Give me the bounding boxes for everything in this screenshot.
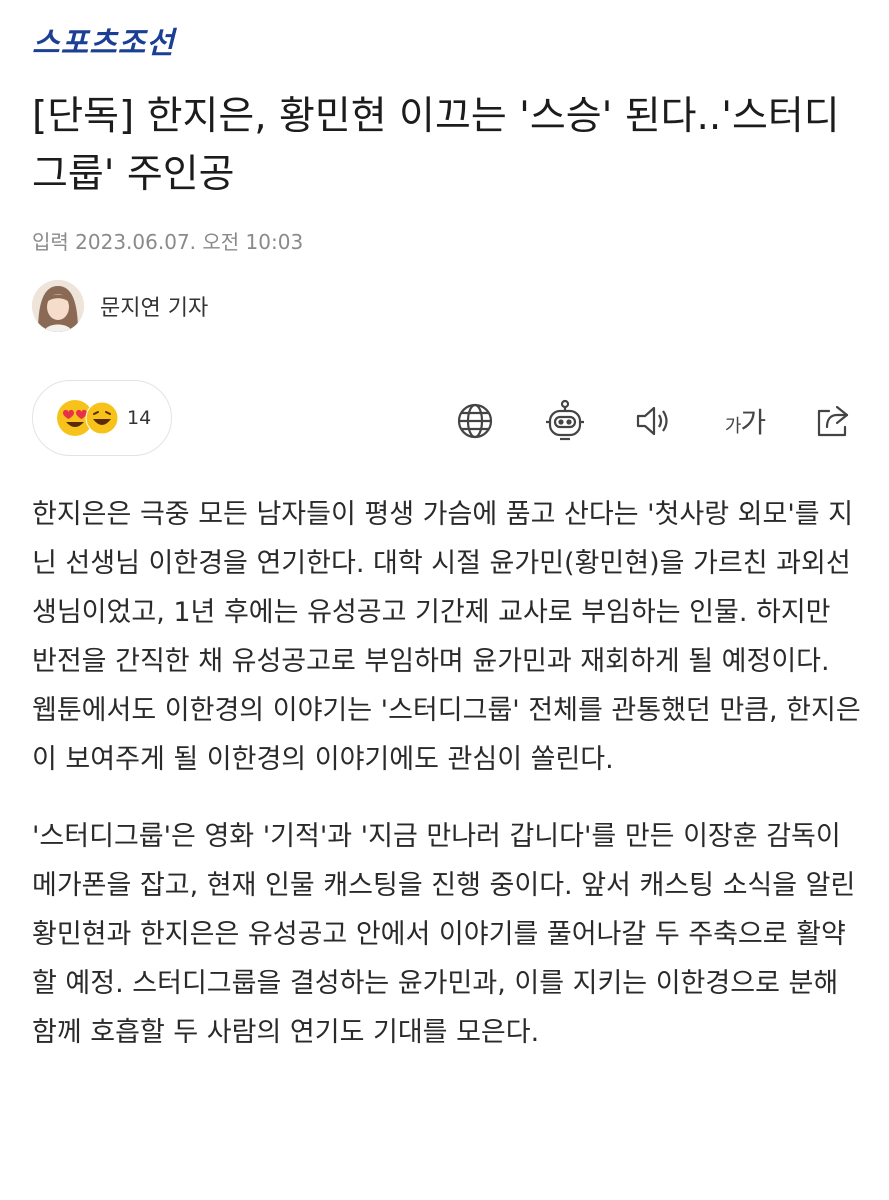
share-button[interactable] <box>808 396 858 446</box>
reaction-emojis <box>55 398 123 438</box>
author-name: 문지연 기자 <box>100 296 209 321</box>
summary-bot-button[interactable] <box>540 396 590 446</box>
article-page: 스포츠조선 [단독] 한지은, 황민현 이끄는 '스승' 된다..'스터디그룹'… <box>0 0 889 1200</box>
read-aloud-button[interactable] <box>628 396 678 446</box>
site-logo[interactable]: 스포츠조선 <box>32 24 175 64</box>
robot-icon <box>546 399 584 441</box>
globe-icon <box>457 403 493 439</box>
reactions-button[interactable]: 14 <box>32 380 172 456</box>
article-title: [단독] 한지은, 황민현 이끄는 '스승' 된다..'스터디그룹' 주인공 <box>32 94 840 197</box>
speaker-icon <box>636 406 668 436</box>
article-toolbar: 가가 <box>440 396 860 446</box>
share-icon <box>817 405 849 437</box>
author-info[interactable]: 문지연 기자 <box>32 280 208 332</box>
reaction-count: 14 <box>127 407 152 429</box>
font-size-button[interactable]: 가가 <box>710 396 780 446</box>
article-paragraph: '스터디그룹'은 영화 '기적'과 '지금 만나러 갑니다'를 만든 이장훈 감… <box>32 821 856 1048</box>
published-date: 입력 2023.06.07. 오전 10:03 <box>32 230 304 254</box>
grinning-emoji-icon <box>85 401 119 435</box>
translate-button[interactable] <box>450 396 500 446</box>
article-body: 한지은은 극중 모든 남자들이 평생 가슴에 품고 산다는 '첫사랑 외모'를 … <box>32 490 862 1085</box>
author-avatar <box>32 280 84 332</box>
article-paragraph: 한지은은 극중 모든 남자들이 평생 가슴에 품고 산다는 '첫사랑 외모'를 … <box>32 499 861 775</box>
font-size-icon: 가가 <box>724 406 766 439</box>
